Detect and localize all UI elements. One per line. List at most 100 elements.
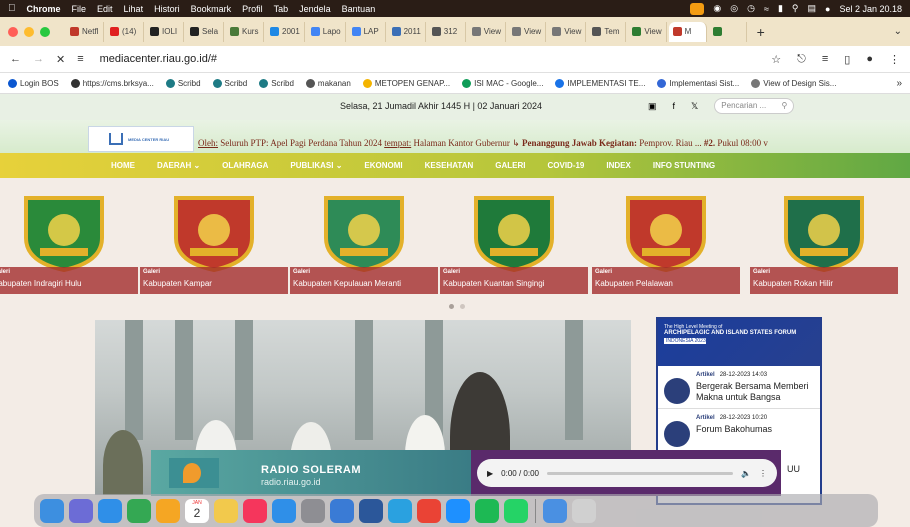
carousel-title[interactable]: Kabupaten Kampar <box>143 279 212 288</box>
site-search-input[interactable]: Pencarian ... ⚲ <box>714 98 795 114</box>
battery-icon[interactable]: ▮ <box>778 3 783 14</box>
article-title[interactable]: Forum Bakohumas <box>696 424 772 435</box>
volume-icon[interactable]: 🔈 <box>741 469 751 478</box>
url-field[interactable]: mediacenter.riau.go.id/# <box>100 53 217 65</box>
facebook-icon[interactable]: f <box>673 101 676 111</box>
calendar-icon[interactable]: JAN 2 <box>185 498 209 523</box>
finder-icon[interactable] <box>40 498 64 523</box>
bookmark-item[interactable]: METOPEN GENAP... <box>362 78 450 88</box>
browser-tab[interactable]: Kurs <box>226 21 264 42</box>
play-icon[interactable]: ▶ <box>487 469 493 478</box>
menu-tab[interactable]: Tab <box>274 4 289 14</box>
nav-info-stunting[interactable]: INFO STUNTING <box>653 161 715 170</box>
browser-tab[interactable]: 2011 <box>388 21 426 42</box>
carousel-dot[interactable] <box>460 304 465 309</box>
menu-profile[interactable]: Profil <box>242 4 263 14</box>
browser-tab[interactable]: View <box>468 21 506 42</box>
music-icon[interactable] <box>243 498 267 523</box>
forward-icon[interactable]: → <box>33 53 44 65</box>
browser-tab[interactable] <box>709 21 747 42</box>
nav-publikasi[interactable]: PUBLIKASI ⌄ <box>290 161 342 170</box>
carousel-title[interactable]: Kabupaten Kepulauan Meranti <box>293 279 401 288</box>
wifi-icon[interactable]: ≈ <box>764 4 769 14</box>
site-logo[interactable]: MEDIA CENTER RIAU <box>88 126 194 152</box>
launchpad-icon[interactable] <box>69 498 93 523</box>
bookmark-item[interactable]: Scribd <box>165 78 201 88</box>
record-icon[interactable]: ◉ <box>713 3 721 14</box>
carousel-card[interactable]: Galeri Kabupaten Kepulauan Meranti <box>290 190 438 300</box>
browser-tab[interactable]: 312 <box>428 21 466 42</box>
article-title[interactable]: Bergerak Bersama Memberi Makna untuk Ban… <box>696 381 814 403</box>
search-icon[interactable]: ⚲ <box>792 3 799 14</box>
menu-bookmark[interactable]: Bookmark <box>191 4 232 14</box>
carousel-card[interactable]: Galeri Kabupaten Kampar <box>140 190 288 300</box>
apple-icon[interactable]:  <box>8 3 16 14</box>
radio-banner[interactable]: RADIO SOLERAM radio.riau.go.id <box>151 450 471 496</box>
article-item[interactable]: Artikel 28-12-2023 10:20 Forum Bakohumas <box>658 409 820 451</box>
twitter-icon[interactable]: 𝕏 <box>691 101 698 112</box>
camera-icon[interactable]: ◎ <box>730 3 738 14</box>
nav-covid[interactable]: COVID-19 <box>547 161 584 170</box>
back-icon[interactable]: ← <box>10 53 21 65</box>
bookmark-item[interactable]: Implementasi Sist... <box>657 78 739 88</box>
browser-tab[interactable]: Lapo <box>307 21 346 42</box>
nav-olahraga[interactable]: OLAHRAGA <box>222 161 268 170</box>
browser-tab[interactable]: View <box>628 21 667 42</box>
spotify-icon[interactable] <box>475 498 499 523</box>
appstore-icon[interactable] <box>272 498 296 523</box>
nav-kesehatan[interactable]: KESEHATAN <box>425 161 474 170</box>
nav-home[interactable]: HOME <box>111 161 135 170</box>
bookmark-item[interactable]: View of Design Sis... <box>751 78 836 88</box>
reading-list-icon[interactable]: ≡ <box>822 53 828 66</box>
bookmark-item[interactable]: Scribd <box>212 78 247 88</box>
menu-file[interactable]: File <box>72 4 87 14</box>
chrome2-icon[interactable] <box>417 498 441 523</box>
control-center-icon[interactable]: ▤ <box>807 3 816 14</box>
extension-status-icon[interactable] <box>690 2 705 15</box>
menu-view[interactable]: Lihat <box>124 4 144 14</box>
menu-history[interactable]: Histori <box>154 4 180 14</box>
bookmark-item[interactable]: Login BOS <box>8 78 59 88</box>
bookmark-item[interactable]: makanan <box>305 78 351 88</box>
carousel-title[interactable]: Kabupaten Kuantan Singingi <box>443 279 544 288</box>
more-bookmarks-icon[interactable]: » <box>896 78 902 89</box>
browser-tab[interactable]: LAP <box>348 21 386 42</box>
menu-help[interactable]: Bantuan <box>342 4 376 14</box>
notes-icon[interactable] <box>214 498 238 523</box>
menu-edit[interactable]: Edit <box>97 4 113 14</box>
carousel-card[interactable]: Galeri Kabupaten Indragiri Hulu <box>0 190 138 300</box>
bookmark-item[interactable]: ISI MAC - Google... <box>462 78 543 88</box>
news-ticker[interactable]: Oleh: Seluruh PTP: Apel Pagi Perdana Tah… <box>198 138 768 149</box>
browser-tab[interactable]: View <box>548 21 587 42</box>
nav-ekonomi[interactable]: EKONOMI <box>364 161 402 170</box>
audio-more-icon[interactable]: ⋮ <box>759 469 767 478</box>
site-info-icon[interactable]: ≡ <box>77 53 83 65</box>
bookmark-star-icon[interactable]: ☆ <box>771 53 781 66</box>
carousel-card[interactable]: Galeri Kabupaten Pelalawan <box>592 190 740 300</box>
whatsapp-icon[interactable] <box>504 498 528 523</box>
preview-icon[interactable] <box>543 498 567 523</box>
browser-tab[interactable]: Sela <box>186 21 224 42</box>
bookmark-item[interactable]: IMPLEMENTASI TE... <box>555 78 645 88</box>
browser-tab[interactable]: Tem <box>588 21 627 42</box>
carousel-title[interactable]: Kabupaten Pelalawan <box>595 279 673 288</box>
extensions-icon[interactable]: ⎋ <box>797 53 806 66</box>
minimize-window-button[interactable] <box>24 26 34 37</box>
stop-icon[interactable]: ✕ <box>56 53 65 66</box>
carousel-title[interactable]: Kabupaten Indragiri Hulu <box>0 279 82 288</box>
browser-tab[interactable]: (14) <box>106 21 144 42</box>
nav-index[interactable]: INDEX <box>606 161 630 170</box>
more-menu-icon[interactable]: ⋮ <box>889 53 900 66</box>
trash-icon[interactable] <box>572 498 596 523</box>
profile-avatar-icon[interactable]: ● <box>866 53 873 66</box>
chrome-icon[interactable] <box>127 498 151 523</box>
browser-tab[interactable]: IOLI <box>146 21 184 42</box>
word-icon[interactable] <box>359 498 383 523</box>
keynote-icon[interactable] <box>330 498 354 523</box>
rss-icon[interactable]: ▣ <box>648 101 657 112</box>
zoom-window-button[interactable] <box>40 26 50 37</box>
close-window-button[interactable] <box>8 26 18 37</box>
tab-search-chevron-icon[interactable]: ⌄ <box>894 26 902 37</box>
safari-icon[interactable] <box>98 498 122 523</box>
nav-galeri[interactable]: GALERI <box>495 161 525 170</box>
